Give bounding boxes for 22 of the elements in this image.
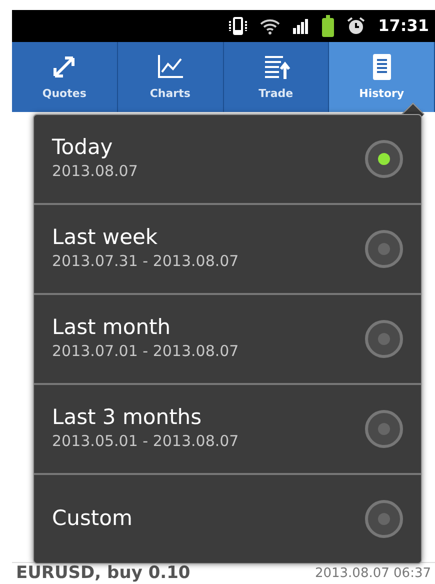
vibrate-icon xyxy=(228,15,248,37)
option-date-range: 2013.07.01 - 2013.08.07 xyxy=(52,341,239,362)
period-option[interactable]: Last week 2013.07.31 - 2013.08.07 xyxy=(34,205,421,295)
wifi-icon xyxy=(260,17,280,35)
period-option[interactable]: Today 2013.08.07 xyxy=(34,115,421,205)
option-label: Last week xyxy=(52,225,159,250)
option-date-range: 2013.07.31 - 2013.08.07 xyxy=(52,251,239,272)
option-date-range: 2013.08.07 xyxy=(52,161,138,182)
option-label: Custom xyxy=(52,506,132,532)
period-option[interactable]: Custom xyxy=(34,475,421,563)
option-label: Today xyxy=(52,135,114,160)
period-option[interactable]: Last month 2013.07.01 - 2013.08.07 xyxy=(34,295,421,385)
deal-time: 2013.08.07 06:37 xyxy=(314,564,431,583)
option-label: Last 3 months xyxy=(52,405,203,430)
battery-icon xyxy=(322,15,334,37)
alarm-icon xyxy=(346,16,366,36)
option-date-range: 2013.05.01 - 2013.08.07 xyxy=(52,431,239,452)
option-label: Last month xyxy=(52,315,172,340)
signal-icon xyxy=(292,18,310,34)
deal-symbol: EURUSD, buy 0.10 xyxy=(16,562,190,584)
status-time: 17:31 xyxy=(378,15,429,37)
period-option[interactable]: Last 3 months 2013.05.01 - 2013.08.07 xyxy=(34,385,421,475)
